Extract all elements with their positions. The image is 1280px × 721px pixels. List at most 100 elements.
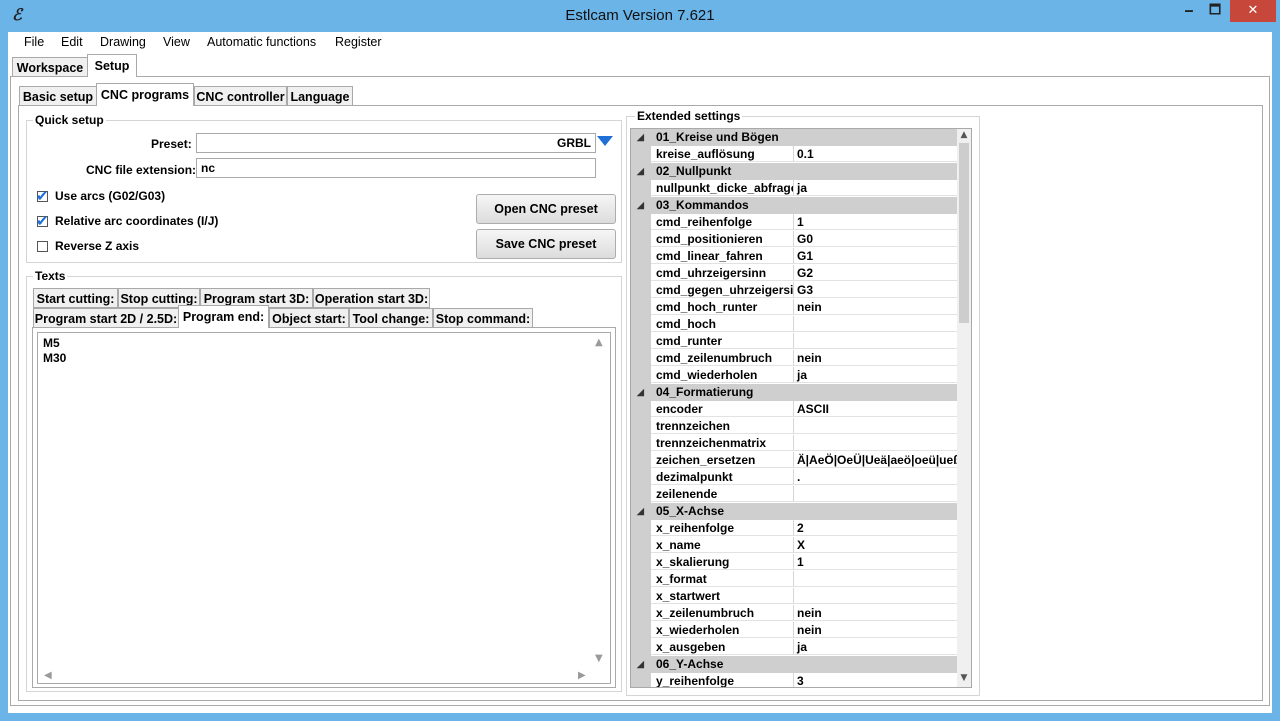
property-value[interactable]: 2 — [793, 520, 957, 536]
property-row[interactable]: cmd_zeilenumbruch nein — [631, 350, 957, 367]
property-row[interactable]: cmd_runter — [631, 333, 957, 350]
property-row[interactable]: x_reihenfolge 2 — [631, 520, 957, 537]
chevron-down-icon[interactable] — [597, 136, 613, 146]
collapse-triangle-icon[interactable]: ◢ — [637, 656, 644, 673]
property-row[interactable]: x_wiederholen nein — [631, 622, 957, 639]
tab-basic-setup[interactable]: Basic setup — [19, 86, 97, 106]
property-row[interactable]: dezimalpunkt. — [631, 469, 957, 486]
property-row[interactable]: trennzeichen — [631, 418, 957, 435]
scroll-down-icon[interactable]: ▼ — [959, 673, 969, 683]
property-row[interactable]: x_format — [631, 571, 957, 588]
property-value[interactable]: G3 — [793, 282, 957, 298]
property-category[interactable]: ◢ 05_X-Achse — [631, 503, 957, 520]
property-row[interactable]: y_reihenfolge 3 — [631, 673, 957, 687]
collapse-triangle-icon[interactable]: ◢ — [637, 163, 644, 180]
menu-automatic-functions[interactable]: Automatic functions — [207, 35, 316, 49]
property-row[interactable]: cmd_gegen_uhrzeigersinn G3 — [631, 282, 957, 299]
tab-workspace[interactable]: Workspace — [12, 57, 88, 77]
cnc-file-extension-field[interactable]: nc — [196, 158, 596, 178]
open-cnc-preset-button[interactable]: Open CNC preset — [476, 194, 616, 224]
property-row[interactable]: x_name X — [631, 537, 957, 554]
close-button[interactable]: ✕ — [1230, 0, 1276, 22]
property-value[interactable] — [793, 418, 957, 434]
tab-start-cutting[interactable]: Start cutting: — [33, 288, 118, 308]
property-grid[interactable]: ◢ 01_Kreise und Bögen kreise_auflösung 0.1 ◢… — [630, 128, 972, 688]
property-value[interactable]: X — [793, 537, 957, 553]
property-value[interactable] — [793, 486, 957, 502]
property-value[interactable]: ja — [793, 367, 957, 383]
menu-view[interactable]: View — [163, 35, 190, 49]
property-value[interactable] — [793, 316, 957, 332]
tab-cnc-controller[interactable]: CNC controller — [194, 86, 287, 106]
collapse-triangle-icon[interactable]: ◢ — [637, 384, 644, 401]
tab-operation-start-3d[interactable]: Operation start 3D: — [313, 288, 430, 308]
menu-register[interactable]: Register — [335, 35, 382, 49]
collapse-triangle-icon[interactable]: ◢ — [637, 503, 644, 520]
property-value[interactable]: . — [793, 469, 957, 485]
tab-tool-change[interactable]: Tool change: — [349, 308, 433, 328]
property-row[interactable]: x_startwert — [631, 588, 957, 605]
property-row[interactable]: x_skalierung 1 — [631, 554, 957, 571]
property-value[interactable]: nein — [793, 350, 957, 366]
preset-select[interactable]: GRBL — [196, 133, 596, 153]
property-value[interactable]: nein — [793, 605, 957, 621]
property-grid-scrollbar[interactable]: ▲ ▼ — [957, 129, 971, 687]
property-value[interactable]: ASCII — [793, 401, 957, 417]
program-end-textarea[interactable]: M5 M30 ▲ ▼ ◀ ▶ — [37, 332, 611, 684]
property-value[interactable] — [793, 588, 957, 604]
property-value[interactable]: G2 — [793, 265, 957, 281]
tab-stop-command[interactable]: Stop command: — [433, 308, 533, 328]
menu-file[interactable]: File — [24, 35, 44, 49]
scroll-left-icon[interactable]: ◀ — [44, 670, 52, 681]
scroll-up-icon[interactable]: ▲ — [959, 130, 969, 140]
property-row[interactable]: nullpunkt_dicke_abfrage ja — [631, 180, 957, 197]
property-value[interactable] — [793, 333, 957, 349]
collapse-triangle-icon[interactable]: ◢ — [637, 129, 644, 146]
tab-setup[interactable]: Setup — [87, 54, 137, 77]
property-value[interactable] — [793, 571, 957, 587]
property-value[interactable]: G0 — [793, 231, 957, 247]
property-row[interactable]: cmd_wiederholen ja — [631, 367, 957, 384]
tab-object-start[interactable]: Object start: — [269, 308, 349, 328]
tab-program-start-2d[interactable]: Program start 2D / 2.5D: — [33, 308, 179, 328]
scroll-right-icon[interactable]: ▶ — [578, 670, 586, 681]
property-value[interactable]: 1 — [793, 214, 957, 230]
scroll-up-icon[interactable]: ▲ — [595, 337, 603, 348]
property-row[interactable]: cmd_positionieren G0 — [631, 231, 957, 248]
property-value[interactable]: Ä|AeÖ|OeÜ|Ueä|aeö|oeü|ueß — [793, 452, 957, 468]
property-value[interactable] — [793, 435, 957, 451]
property-value[interactable]: 1 — [793, 554, 957, 570]
tab-cnc-programs[interactable]: CNC programs — [96, 83, 194, 106]
minimize-button[interactable]: 🗕 — [1176, 0, 1202, 22]
property-category[interactable]: ◢ 04_Formatierung — [631, 384, 957, 401]
save-cnc-preset-button[interactable]: Save CNC preset — [476, 229, 616, 259]
property-row[interactable]: cmd_reihenfolge 1 — [631, 214, 957, 231]
property-category[interactable]: ◢ 06_Y-Achse — [631, 656, 957, 673]
property-value[interactable]: ja — [793, 639, 957, 655]
property-row[interactable]: zeilenende — [631, 486, 957, 503]
menu-drawing[interactable]: Drawing — [100, 35, 146, 49]
scrollbar-thumb[interactable] — [959, 143, 969, 323]
title-bar[interactable]: ℰ Estlcam Version 7.621 🗕 🗖 ✕ — [0, 0, 1280, 32]
property-value[interactable]: 0.1 — [793, 146, 957, 162]
property-row[interactable]: zeichen_ersetzen Ä|AeÖ|OeÜ|Ueä|aeö|oeü|ue… — [631, 452, 957, 469]
property-row[interactable]: trennzeichenmatrix — [631, 435, 957, 452]
property-row[interactable]: cmd_linear_fahren G1 — [631, 248, 957, 265]
property-row[interactable]: encoder ASCII — [631, 401, 957, 418]
tab-program-end[interactable]: Program end: — [178, 305, 269, 328]
property-category[interactable]: ◢ 02_Nullpunkt — [631, 163, 957, 180]
property-value[interactable]: G1 — [793, 248, 957, 264]
collapse-triangle-icon[interactable]: ◢ — [637, 197, 644, 214]
property-category[interactable]: ◢ 03_Kommandos — [631, 197, 957, 214]
tab-language[interactable]: Language — [287, 86, 353, 106]
property-category[interactable]: ◢ 01_Kreise und Bögen — [631, 129, 957, 146]
property-value[interactable]: nein — [793, 622, 957, 638]
property-row[interactable]: x_ausgeben ja — [631, 639, 957, 656]
property-value[interactable]: 3 — [793, 673, 957, 687]
property-row[interactable]: kreise_auflösung 0.1 — [631, 146, 957, 163]
property-row[interactable]: cmd_uhrzeigersinn G2 — [631, 265, 957, 282]
menu-edit[interactable]: Edit — [61, 35, 83, 49]
property-row[interactable]: cmd_hoch_runter nein — [631, 299, 957, 316]
property-value[interactable]: ja — [793, 180, 957, 196]
property-row[interactable]: cmd_hoch — [631, 316, 957, 333]
